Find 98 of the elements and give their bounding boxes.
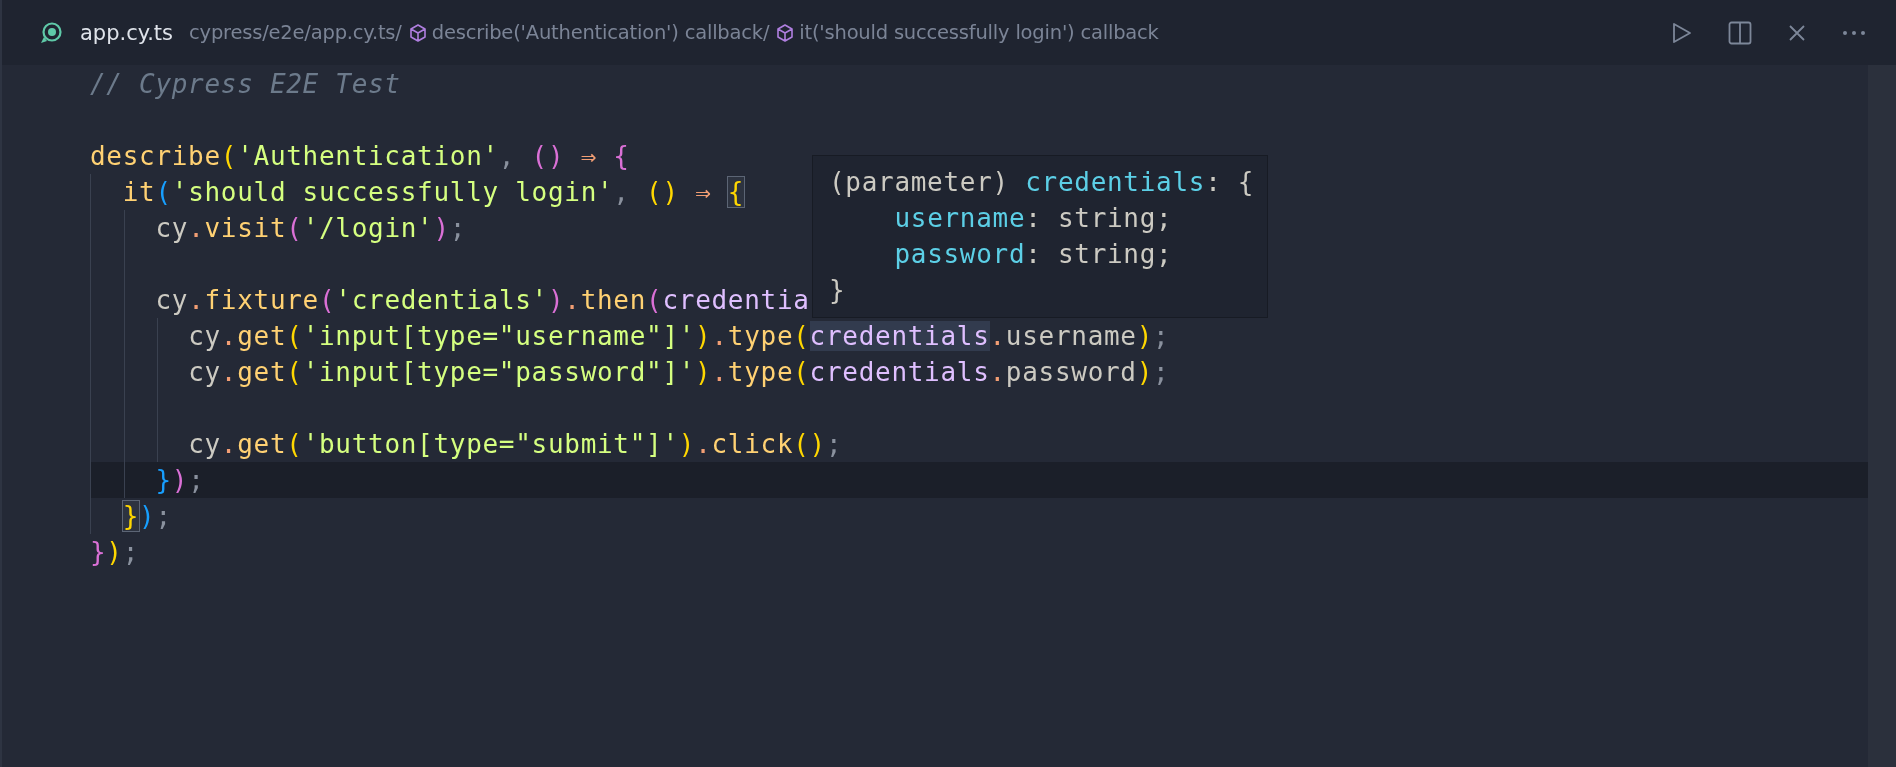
code-token: ) (433, 213, 450, 243)
code-token: username (1005, 321, 1137, 351)
code-token: { (613, 141, 630, 171)
code-token: , (498, 141, 517, 171)
run-icon[interactable] (1672, 21, 1692, 44)
code-token: . (989, 321, 1006, 351)
code-token: } (122, 501, 140, 531)
code-token: ) (1136, 321, 1154, 351)
code-token: 'credentials' (335, 285, 548, 315)
code-token: } (155, 465, 172, 495)
code-token: } (90, 537, 107, 567)
code-token: 'input[type="password"]' (302, 357, 696, 387)
code-token: '/login' (302, 213, 434, 243)
more-icon[interactable] (1842, 29, 1866, 36)
tooltip-text: password (894, 239, 1026, 269)
code-token: . (711, 321, 728, 351)
code-token: credentials (809, 357, 990, 387)
code-token: cy (188, 429, 221, 459)
code-token: type (727, 321, 794, 351)
tooltip-text: : string; (1025, 239, 1173, 269)
code-token: ( (793, 321, 810, 351)
tooltip-text: credentials (1025, 167, 1206, 197)
code-token: ) (695, 357, 712, 387)
code-token: () (531, 141, 565, 171)
code-token: fixture (204, 285, 319, 315)
code-token: visit (204, 213, 287, 243)
code-token: . (220, 429, 238, 459)
breadcrumb-item[interactable]: it('should successfully login') callback (799, 21, 1159, 44)
code-token: 'Authentication' (237, 141, 499, 171)
breadcrumb-item[interactable]: describe('Authentication') callback/ (431, 21, 770, 44)
code-token: { (727, 177, 745, 207)
code-token: credentials (809, 321, 990, 351)
code-token: . (695, 429, 712, 459)
code-token: ) (139, 501, 156, 531)
code-token: ( (155, 177, 172, 207)
cube-icon (775, 22, 796, 43)
code-token: ( (220, 141, 238, 171)
tooltip-text: : { (1205, 167, 1255, 197)
code-token: ( (286, 321, 303, 351)
code-token: ) (1136, 357, 1154, 387)
tooltip-text: : string; (1025, 203, 1173, 233)
code-token: 'should successfully login' (171, 177, 614, 207)
breadcrumb-item[interactable]: cypress/e2e/app.cy.ts/ (189, 21, 402, 44)
code-token: ; (155, 501, 172, 531)
code-token: click (711, 429, 794, 459)
code-token: ) (171, 465, 189, 495)
code-token: . (188, 285, 205, 315)
code-token: ; (1153, 321, 1170, 351)
split-editor-icon[interactable] (1728, 20, 1752, 45)
code-token: cy (188, 321, 221, 351)
code-token: ) (678, 429, 696, 459)
code-token: password (1005, 357, 1137, 387)
code-token: describe (90, 141, 221, 171)
cube-icon (407, 22, 428, 43)
code-token: ; (826, 429, 843, 459)
code-token: . (711, 357, 728, 387)
code-token: ( (286, 213, 303, 243)
code-token: ( (319, 285, 336, 315)
code-token: ( (793, 357, 810, 387)
code-token: type (727, 357, 794, 387)
code-token: , (613, 177, 631, 207)
code-token: . (989, 357, 1006, 387)
code-token: 'button[type="submit"]' (302, 429, 679, 459)
code-token: . (220, 357, 238, 387)
code-token: get (237, 321, 287, 351)
file-type-icon (40, 20, 62, 45)
code-token: ) (695, 321, 712, 351)
file-name[interactable]: app.cy.ts (80, 20, 174, 45)
code-token: ⇒ (694, 177, 713, 207)
code-token: () (793, 429, 826, 459)
code-token: ( (646, 285, 663, 315)
code-token: cy (188, 357, 221, 387)
code-token: . (220, 321, 238, 351)
code-token: ) (547, 285, 565, 315)
tooltip-text: username (894, 203, 1026, 233)
code-token: ) (106, 537, 123, 567)
code-token: 'input[type="username"]' (302, 321, 696, 351)
code-token: it (122, 177, 156, 207)
code-token: ; (122, 537, 140, 567)
code-token: ( (286, 429, 303, 459)
code-token: ( (286, 357, 303, 387)
code-token: cy (155, 213, 189, 243)
code-token: then (580, 285, 647, 315)
code-token: get (237, 357, 287, 387)
code-token: credentia (662, 285, 810, 315)
code-token: // Cypress E2E Test (90, 69, 401, 99)
close-icon[interactable] (1788, 23, 1806, 42)
tooltip-text: (parameter) (829, 167, 1010, 197)
code-token: () (646, 177, 679, 207)
code-token: ; (188, 465, 205, 495)
code-token: . (188, 213, 205, 243)
code-token: cy (155, 285, 189, 315)
code-token: ; (449, 213, 467, 243)
code-token: get (237, 429, 287, 459)
code-token: ⇒ (579, 141, 598, 171)
tooltip-text: } (829, 275, 846, 305)
code-token: ; (1153, 357, 1170, 387)
code-token: . (564, 285, 581, 315)
